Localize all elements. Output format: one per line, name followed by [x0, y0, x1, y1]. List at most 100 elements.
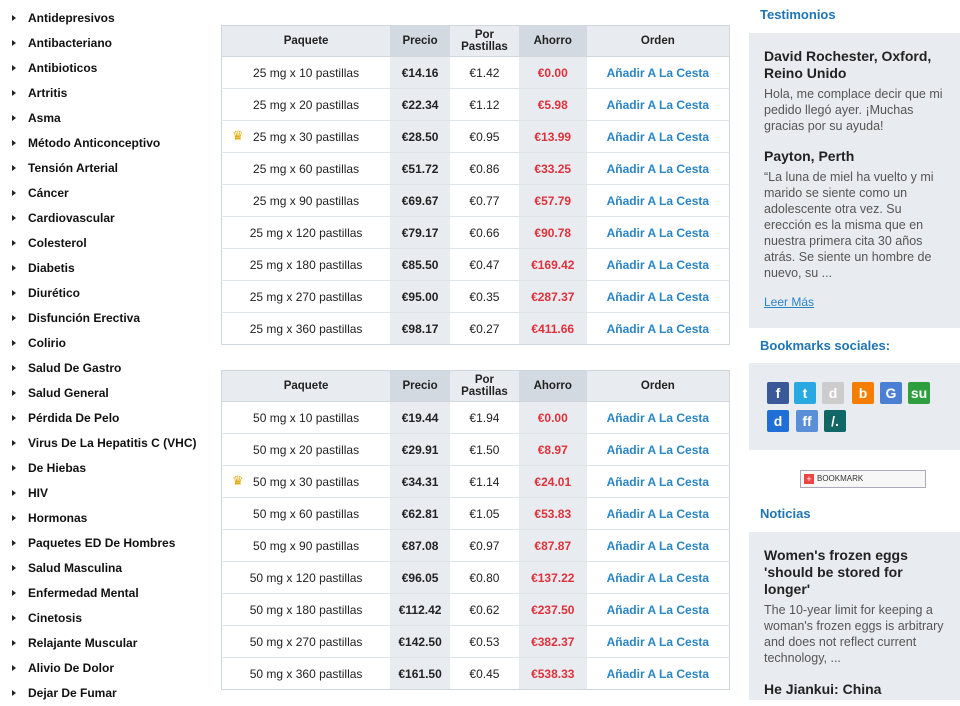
- category-item[interactable]: Antibacteriano: [0, 31, 210, 56]
- category-item[interactable]: Colesterol: [0, 231, 210, 256]
- category-item[interactable]: Paquetes ED De Hombres: [0, 531, 210, 556]
- add-to-cart-link[interactable]: Añadir A La Cesta: [607, 443, 709, 457]
- price-cell: €19.44: [390, 401, 451, 434]
- category-item[interactable]: Hormonas: [0, 506, 210, 531]
- category-item[interactable]: Salud De Gastro: [0, 356, 210, 381]
- twitter-icon[interactable]: t: [794, 382, 816, 404]
- category-item[interactable]: Salud Masculina: [0, 556, 210, 581]
- category-label: Antidepresivos: [28, 11, 115, 25]
- chevron-right-icon: [12, 115, 16, 121]
- category-item[interactable]: Dejar De Fumar: [0, 681, 210, 706]
- add-to-cart-link[interactable]: Añadir A La Cesta: [607, 635, 709, 649]
- category-item[interactable]: Diurético: [0, 281, 210, 306]
- news-title[interactable]: Women's frozen eggs 'should be stored fo…: [764, 547, 960, 598]
- add-to-cart-link[interactable]: Añadir A La Cesta: [607, 322, 709, 336]
- category-item[interactable]: Cardiovascular: [0, 206, 210, 231]
- package-cell: 25 mg x 60 pastillas: [221, 152, 391, 185]
- add-to-cart-link[interactable]: Añadir A La Cesta: [607, 194, 709, 208]
- category-item[interactable]: Diabetis: [0, 256, 210, 281]
- add-to-cart-link[interactable]: Añadir A La Cesta: [607, 258, 709, 272]
- add-to-cart-link[interactable]: Añadir A La Cesta: [607, 162, 709, 176]
- add-to-cart-link[interactable]: Añadir A La Cesta: [607, 130, 709, 144]
- category-item[interactable]: Antidepresivos: [0, 6, 210, 31]
- category-item[interactable]: Virus De La Hepatitis C (VHC): [0, 431, 210, 456]
- package-cell: ♛ 25 mg x 30 pastillas: [221, 120, 391, 153]
- savings-cell: €0.00: [518, 56, 587, 89]
- category-item[interactable]: Antibioticos: [0, 56, 210, 81]
- facebook-icon[interactable]: f: [767, 382, 789, 404]
- category-item[interactable]: Pérdida De Pelo: [0, 406, 210, 431]
- stumbleupon-icon[interactable]: su: [908, 382, 930, 404]
- chevron-right-icon: [12, 290, 16, 296]
- add-to-cart-link[interactable]: Añadir A La Cesta: [607, 475, 709, 489]
- package-cell: 50 mg x 180 pastillas: [221, 593, 391, 626]
- digg-icon[interactable]: d: [822, 382, 844, 404]
- category-label: Diabetis: [28, 261, 75, 275]
- package-label: 50 mg x 60 pastillas: [253, 506, 360, 521]
- table-row: 25 mg x 360 pastillas €98.17 €0.27 €411.66 A…: [221, 312, 730, 345]
- category-item[interactable]: Tensión Arterial: [0, 156, 210, 181]
- add-to-cart-link[interactable]: Añadir A La Cesta: [607, 411, 709, 425]
- table-row: 50 mg x 90 pastillas €87.08 €0.97 €87.87 Aña…: [221, 529, 730, 562]
- add-to-cart-link[interactable]: Añadir A La Cesta: [607, 667, 709, 681]
- crown-icon: ♛: [232, 128, 244, 143]
- package-label: 25 mg x 20 pastillas: [253, 97, 360, 112]
- package-label: 25 mg x 360 pastillas: [249, 321, 363, 336]
- add-to-cart-link[interactable]: Añadir A La Cesta: [607, 603, 709, 617]
- add-to-cart-link[interactable]: Añadir A La Cesta: [607, 539, 709, 553]
- savings-cell: €5.98: [518, 88, 587, 121]
- add-to-cart-link[interactable]: Añadir A La Cesta: [607, 571, 709, 585]
- per-pill-cell: €0.53: [450, 625, 519, 658]
- per-pill-cell: €1.12: [450, 88, 519, 121]
- savings-cell: €33.25: [518, 152, 587, 185]
- category-item[interactable]: Método Anticonceptivo: [0, 131, 210, 156]
- price-cell: €87.08: [390, 529, 451, 562]
- table-row: 25 mg x 120 pastillas €79.17 €0.66 €90.78 Añ…: [221, 216, 730, 249]
- delicious-icon[interactable]: d: [767, 410, 789, 432]
- category-item[interactable]: Disfunción Erectiva: [0, 306, 210, 331]
- savings-cell: €90.78: [518, 216, 587, 249]
- news-title[interactable]: He Jiankui: China: [764, 681, 960, 698]
- add-to-cart-link[interactable]: Añadir A La Cesta: [607, 66, 709, 80]
- category-item[interactable]: HIV: [0, 481, 210, 506]
- friendfeed-icon[interactable]: ff: [796, 410, 818, 432]
- slashdot-icon[interactable]: /.: [824, 410, 846, 432]
- package-cell: 50 mg x 20 pastillas: [221, 433, 391, 466]
- per-pill-cell: €1.94: [450, 401, 519, 434]
- category-item[interactable]: Cáncer: [0, 181, 210, 206]
- category-item[interactable]: Asma: [0, 106, 210, 131]
- category-label: Método Anticonceptivo: [28, 136, 161, 150]
- category-item[interactable]: De Hiebas: [0, 456, 210, 481]
- bookmark-button[interactable]: + BOOKMARK: [800, 470, 926, 488]
- add-to-cart-link[interactable]: Añadir A La Cesta: [607, 290, 709, 304]
- category-label: Antibacteriano: [28, 36, 113, 50]
- category-item[interactable]: Artritis: [0, 81, 210, 106]
- savings-cell: €411.66: [518, 312, 587, 345]
- order-cell: Añadir A La Cesta: [586, 401, 730, 434]
- order-cell: Añadir A La Cesta: [586, 657, 730, 690]
- table-row: 25 mg x 180 pastillas €85.50 €0.47 €169.42 A…: [221, 248, 730, 281]
- chevron-right-icon: [12, 240, 16, 246]
- chevron-right-icon: [12, 65, 16, 71]
- package-label: 50 mg x 270 pastillas: [249, 634, 363, 649]
- package-label: 50 mg x 120 pastillas: [249, 570, 363, 585]
- order-cell: Añadir A La Cesta: [586, 593, 730, 626]
- category-item[interactable]: Cinetosis: [0, 606, 210, 631]
- chevron-right-icon: [12, 490, 16, 496]
- blogger-icon[interactable]: b: [852, 382, 874, 404]
- category-item[interactable]: Salud General: [0, 381, 210, 406]
- chevron-right-icon: [12, 190, 16, 196]
- google-icon[interactable]: G: [880, 382, 902, 404]
- add-to-cart-link[interactable]: Añadir A La Cesta: [607, 507, 709, 521]
- category-label: Colirio: [28, 336, 66, 350]
- category-item[interactable]: Relajante Muscular: [0, 631, 210, 656]
- read-more-link[interactable]: Leer Más: [764, 295, 814, 309]
- category-item[interactable]: Colirio: [0, 331, 210, 356]
- add-to-cart-link[interactable]: Añadir A La Cesta: [607, 98, 709, 112]
- category-item[interactable]: Enfermedad Mental: [0, 581, 210, 606]
- category-item[interactable]: Alivio De Dolor: [0, 656, 210, 681]
- savings-cell: €137.22: [518, 561, 587, 594]
- add-to-cart-link[interactable]: Añadir A La Cesta: [607, 226, 709, 240]
- category-label: Disfunción Erectiva: [28, 311, 141, 325]
- chevron-right-icon: [12, 140, 16, 146]
